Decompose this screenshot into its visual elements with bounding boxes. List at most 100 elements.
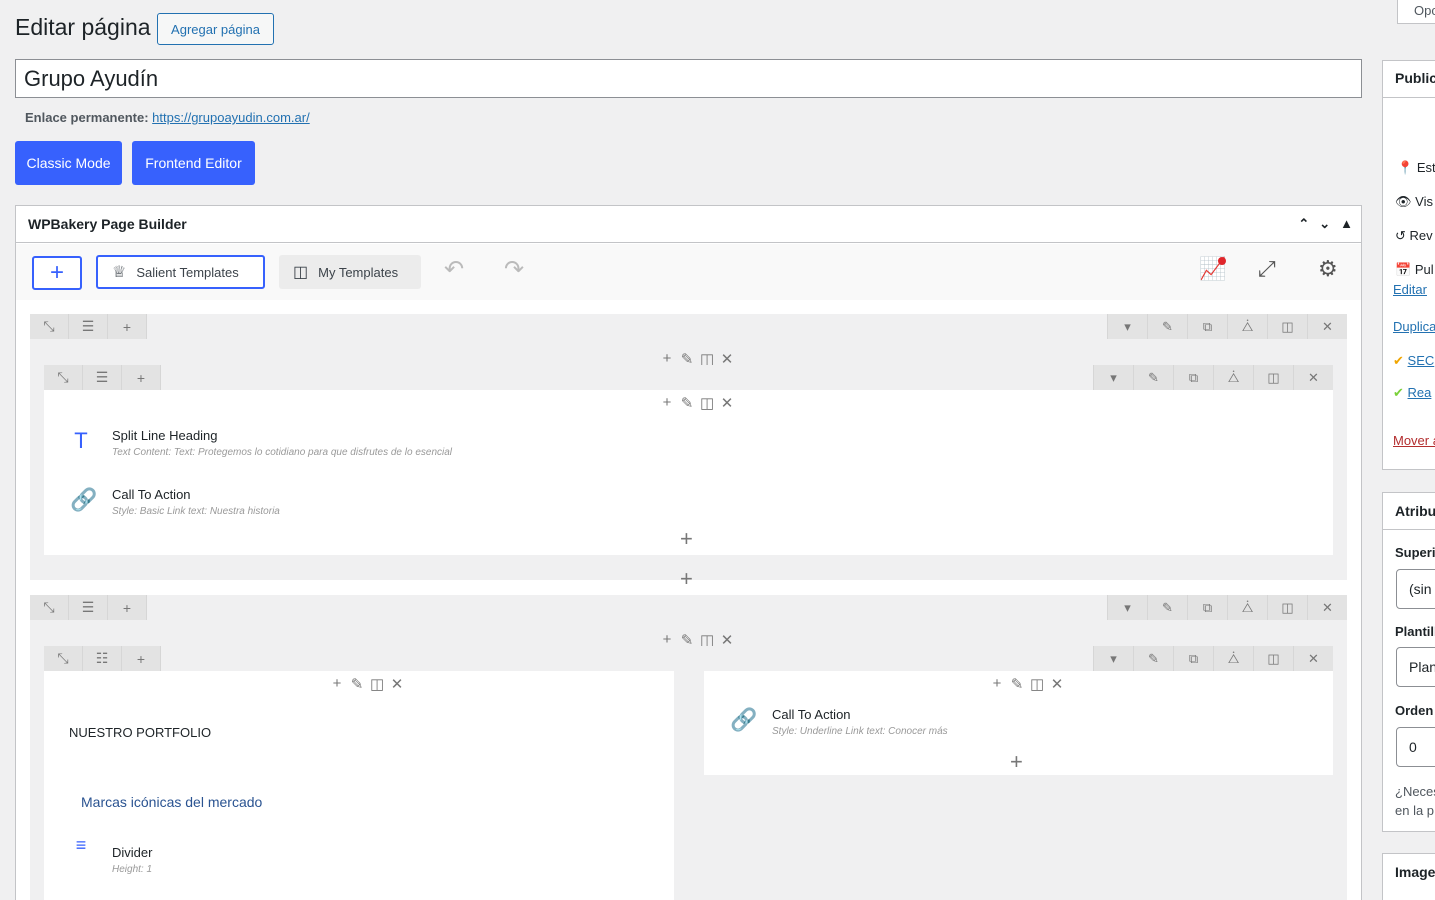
permalink-label: Enlace permanente: [25,110,149,125]
move-down-icon[interactable]: ⌄ [1319,216,1330,232]
row-duplicate-icon[interactable]: ⧉ [1173,365,1213,390]
element-desc: Style: Underline Link text: Conocer más [772,726,948,737]
row-duplicate-icon[interactable]: ⧉ [1187,595,1227,620]
add-element-icon[interactable]: + [1010,749,1023,775]
close-icon[interactable]: ✕ [1050,675,1064,693]
add-icon[interactable]: + [330,675,344,693]
clipboard-icon[interactable]: ◫ [1030,675,1044,693]
row-delete-icon[interactable]: ✕ [1293,365,1333,390]
close-icon[interactable]: ✕ [720,394,734,412]
row-dropdown-icon[interactable]: ▾ [1107,314,1147,339]
row-edit-icon[interactable]: ✎ [1133,365,1173,390]
template-select[interactable]: Plan [1396,647,1435,687]
row-delete-icon[interactable]: ✕ [1307,595,1347,620]
add-column-icon[interactable]: + [122,646,161,671]
row-edit-icon[interactable]: ✎ [1133,646,1173,671]
readability-link[interactable]: Rea [1408,385,1432,400]
seo-row: ✔ SEC [1393,353,1434,369]
drag-handle-icon[interactable]: ⤡ [30,595,69,620]
toggle-panel-icon[interactable]: ▲ [1340,216,1353,232]
drag-handle-icon[interactable]: ⤡ [44,365,83,390]
readability-row: ✔ Rea [1393,385,1431,401]
add-column-icon[interactable]: + [108,595,147,620]
row-dropdown-icon[interactable]: ▾ [1093,365,1133,390]
permalink: Enlace permanente: https://grupoayudin.c… [25,110,310,125]
redo-icon[interactable]: ↷ [504,255,524,284]
settings-gear-icon[interactable]: ⚙ [1318,256,1338,282]
undo-icon[interactable]: ↶ [444,255,464,284]
element-split-line-heading[interactable]: T Split Line Heading Text Content: Text:… [70,428,452,458]
element-call-to-action-2[interactable]: 🔗 Call To Action Style: Underline Link t… [730,707,948,737]
inner-row-1: ⤡ ☰ + ▾ ✎ ⧉ ⧊ ◫ ✕ + ✎ ◫ ✕ T Split Line He [44,365,1333,555]
element-name: Divider [112,845,153,860]
edit-icon[interactable]: ✎ [1010,675,1024,693]
eye-icon: 👁 [1395,194,1412,209]
drag-handle-icon[interactable]: ⤡ [44,646,83,671]
portfolio-heading[interactable]: NUESTRO PORTFOLIO [69,725,211,740]
screen-options-button[interactable]: Opc [1397,0,1435,24]
salient-templates-button[interactable]: ♕ Salient Templates [96,255,265,289]
add-element-icon[interactable]: + [680,526,693,552]
edit-icon[interactable]: ✎ [350,675,364,693]
row-1-controls-right: ▾ ✎ ⧉ ⧊ ◫ ✕ [1107,314,1347,339]
row-paste-icon[interactable]: ◫ [1253,365,1293,390]
history-icon: ↺ [1395,228,1406,243]
move-to-trash-link[interactable]: Mover a [1393,433,1435,448]
layout-lines-icon[interactable]: ☰ [69,595,108,620]
column-right: + ✎ ◫ ✕ 🔗 Call To Action Style: Underline L… [704,671,1333,775]
row-paste-icon[interactable]: ◫ [1267,314,1307,339]
my-templates-button[interactable]: ◫ My Templates [279,255,421,289]
row-copy-icon[interactable]: ⧊ [1213,365,1253,390]
add-element-button[interactable]: + [32,256,82,290]
link-icon: 🔗 [730,707,758,732]
fullscreen-icon[interactable]: ⤢ [1258,256,1276,282]
row-paste-icon[interactable]: ◫ [1267,595,1307,620]
drag-handle-icon[interactable]: ⤡ [30,314,69,339]
element-call-to-action[interactable]: 🔗 Call To Action Style: Basic Link text:… [70,487,280,517]
row-duplicate-icon[interactable]: ⧉ [1173,646,1213,671]
row-copy-icon[interactable]: ⧊ [1213,646,1253,671]
row-copy-icon[interactable]: ⧊ [1227,595,1267,620]
post-title-input[interactable]: Grupo Ayudín [15,59,1362,98]
layout-columns-icon[interactable]: ☷ [83,646,122,671]
add-column-icon[interactable]: + [108,314,147,339]
add-element-icon[interactable]: + [680,566,693,592]
inner-row-2-controls-right: ▾ ✎ ⧉ ⧊ ◫ ✕ [1093,646,1333,671]
add-column-icon[interactable]: + [122,365,161,390]
portfolio-subheading[interactable]: Marcas icónicas del mercado [81,794,262,810]
edit-date-link[interactable]: Editar [1393,282,1427,297]
row-delete-icon[interactable]: ✕ [1293,646,1333,671]
move-up-icon[interactable]: ⌃ [1298,216,1309,232]
permalink-link[interactable]: https://grupoayudin.com.ar/ [152,110,310,125]
row-duplicate-icon[interactable]: ⧉ [1187,314,1227,339]
layout-lines-icon[interactable]: ☰ [69,314,108,339]
page-title: Editar página [15,14,151,40]
add-page-button[interactable]: Agregar página [157,13,274,45]
row-paste-icon[interactable]: ◫ [1253,646,1293,671]
notification-dot [1218,257,1226,265]
row-edit-icon[interactable]: ✎ [1147,314,1187,339]
frontend-editor-button[interactable]: Frontend Editor [132,141,255,185]
edit-icon[interactable]: ✎ [680,394,694,412]
row-delete-icon[interactable]: ✕ [1307,314,1347,339]
order-input[interactable]: 0 [1396,727,1435,767]
clipboard-icon[interactable]: ◫ [370,675,384,693]
screen-options-label: Opc [1414,3,1435,18]
seo-link[interactable]: SEC [1408,353,1435,368]
duplicate-link[interactable]: Duplica [1393,319,1435,334]
close-icon[interactable]: ✕ [390,675,404,693]
add-icon[interactable]: + [660,394,674,412]
layout-lines-icon[interactable]: ☰ [83,365,122,390]
add-icon[interactable]: + [990,675,1004,693]
row-edit-icon[interactable]: ✎ [1147,595,1187,620]
row-dropdown-icon[interactable]: ▾ [1093,646,1133,671]
element-divider[interactable]: ≡ Divider Height: 1 [70,835,153,875]
image-panel: Image [1382,853,1435,900]
clipboard-icon[interactable]: ◫ [700,394,714,412]
row-dropdown-icon[interactable]: ▾ [1107,595,1147,620]
row-copy-icon[interactable]: ⧊ [1227,314,1267,339]
classic-mode-button[interactable]: Classic Mode [15,141,122,185]
parent-select[interactable]: (sin [1396,569,1435,609]
revisions-row: ↺ Rev [1395,228,1433,244]
published-row: 📅 Pul [1395,262,1434,278]
